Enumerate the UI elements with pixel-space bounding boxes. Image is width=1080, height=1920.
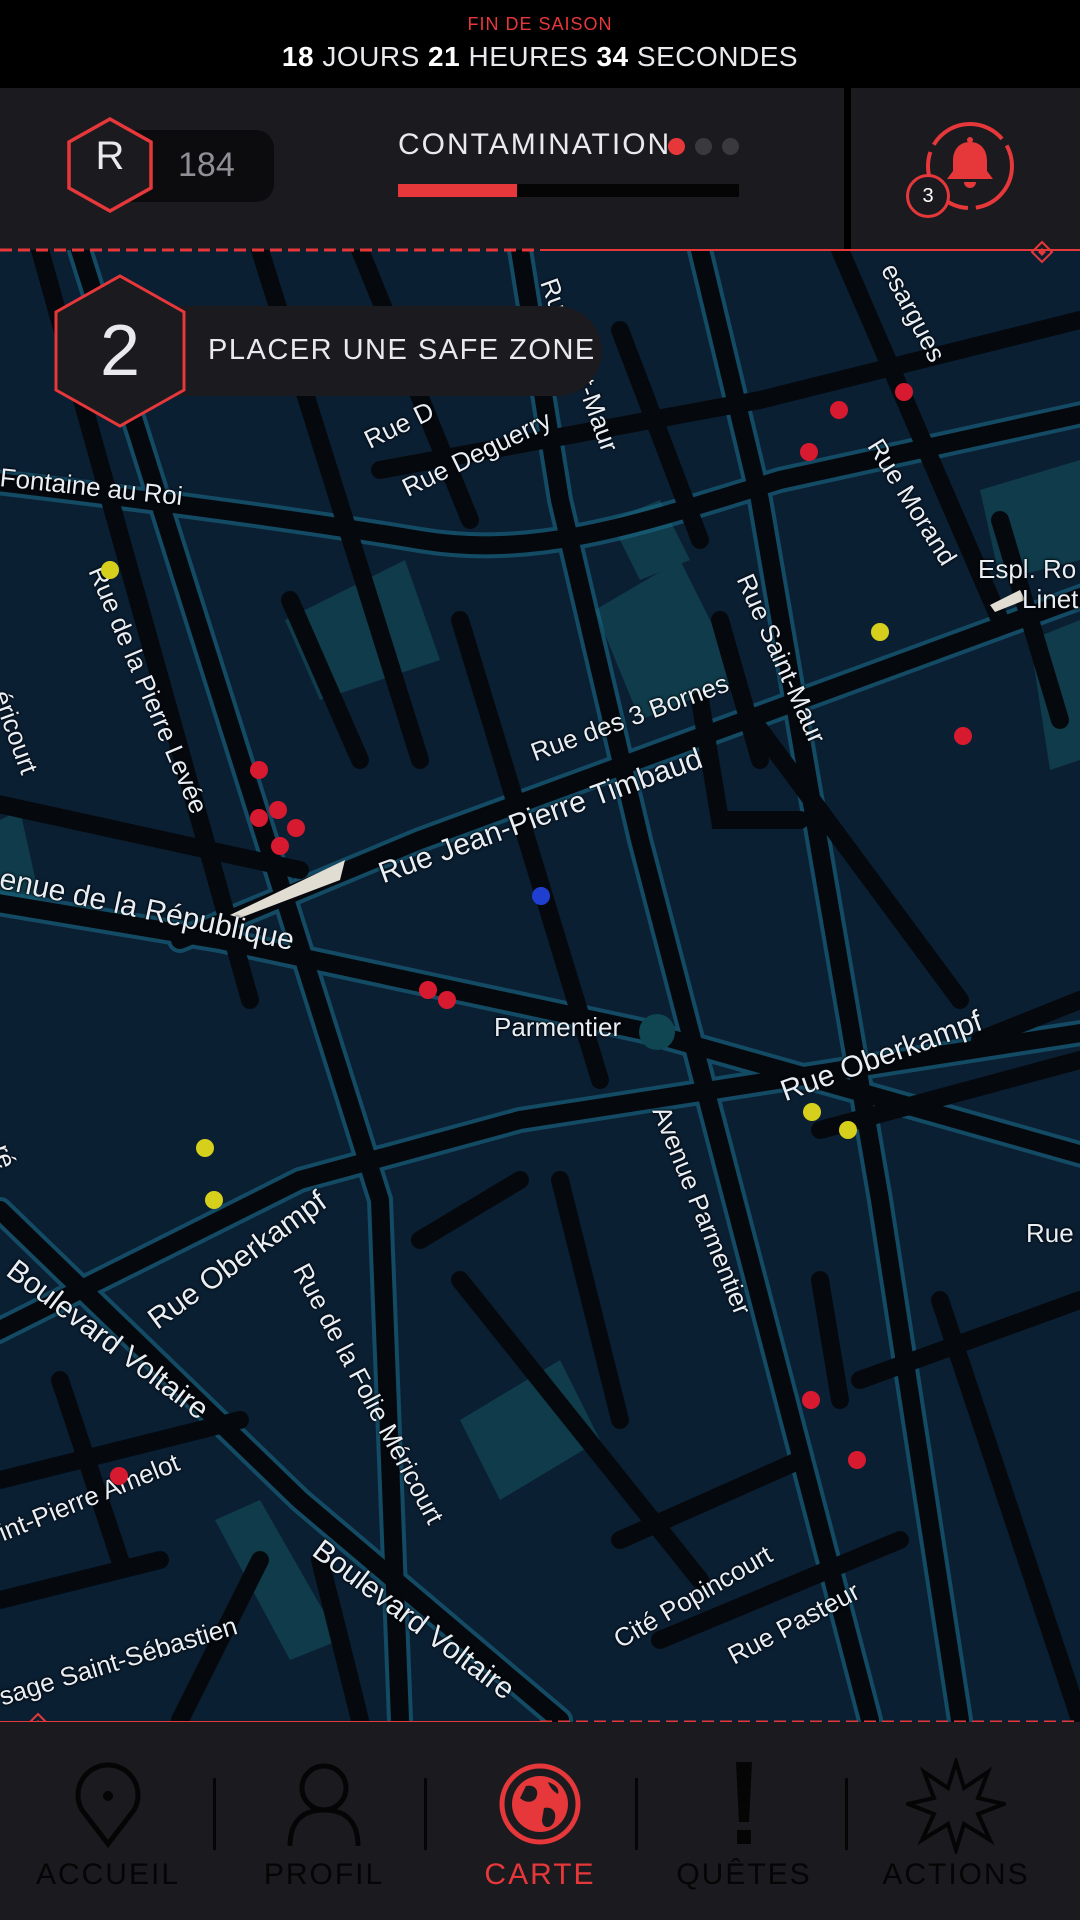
nav-item-actions[interactable]: ACTIONS (848, 1722, 1064, 1920)
rank-points: 184 (178, 146, 235, 184)
nav-item-profil[interactable]: PROFIL (216, 1722, 432, 1920)
yellow-player-marker[interactable] (205, 1191, 223, 1209)
map-top-border (0, 248, 1080, 252)
red-player-marker[interactable] (800, 443, 818, 461)
red-player-marker[interactable] (802, 1391, 820, 1409)
red-player-marker[interactable] (954, 727, 972, 745)
metro-parmentier-marker (639, 1014, 675, 1050)
notification-count-badge: 3 (906, 174, 950, 218)
exclamation-icon (736, 1762, 752, 1844)
street-label: Linet (1022, 584, 1079, 614)
nav-label-carte: CARTE (484, 1858, 596, 1891)
user-icon (287, 1763, 361, 1847)
street-label: Rue (1026, 1218, 1074, 1248)
red-player-marker[interactable] (438, 991, 456, 1009)
red-player-marker[interactable] (848, 1451, 866, 1469)
nav-label-quetes: QUÊTES (676, 1858, 812, 1891)
countdown-hours: 21 (428, 41, 461, 72)
countdown-seconds: 34 (596, 41, 629, 72)
yellow-player-marker[interactable] (803, 1103, 821, 1121)
map-pin-icon (75, 1762, 141, 1849)
nav-label-actions: ACTIONS (882, 1858, 1030, 1891)
red-player-marker[interactable] (110, 1467, 128, 1485)
contamination-dot-2 (695, 138, 712, 155)
nav-item-carte[interactable]: CARTE (432, 1722, 648, 1920)
yellow-player-marker[interactable] (101, 561, 119, 579)
nav-item-accueil[interactable]: ACCUEIL (0, 1722, 216, 1920)
red-player-marker[interactable] (271, 837, 289, 855)
red-player-marker[interactable] (419, 981, 437, 999)
contamination-progress-fill (398, 184, 518, 197)
season-countdown: 18 JOURS 21 HEURES 34 SECONDES (0, 41, 1080, 73)
street-label: Parmentier (494, 1012, 622, 1042)
nav-item-quetes[interactable]: QUÊTES (636, 1722, 852, 1920)
nav-separator (424, 1778, 427, 1850)
yellow-player-marker[interactable] (839, 1121, 857, 1139)
bell-icon (947, 137, 993, 188)
red-player-marker[interactable] (269, 801, 287, 819)
countdown-hours-unit: HEURES (468, 41, 589, 72)
nav-label-accueil: ACCUEIL (35, 1858, 181, 1891)
rank-letter: R (95, 134, 125, 178)
season-label: FIN DE SAISON (467, 14, 613, 34)
street-label: Espl. Ro (978, 554, 1077, 584)
red-player-marker[interactable] (250, 761, 268, 779)
season-timer-bar: FIN DE SAISON 18 JOURS 21 HEURES 34 SECO… (0, 0, 1080, 88)
quest-number: 2 (99, 311, 141, 391)
countdown-days: 18 (281, 41, 315, 72)
contamination-dot-1 (668, 138, 685, 155)
countdown-seconds-unit: SECONDES (636, 41, 799, 72)
map-streets-layer (0, 250, 1080, 1722)
self-position-marker[interactable] (532, 887, 550, 905)
nav-label-profil: PROFIL (263, 1858, 385, 1891)
yellow-player-marker[interactable] (871, 623, 889, 641)
red-player-marker[interactable] (250, 809, 268, 827)
city-map[interactable]: Rue Saint-Maur esargues Rue Morand Rue D… (0, 250, 1080, 1722)
header-divider (844, 88, 851, 250)
red-player-marker[interactable] (830, 401, 848, 419)
map-corner-diamond-icon (1030, 240, 1054, 264)
globe-icon (499, 1763, 581, 1845)
explosion-icon (906, 1758, 1006, 1854)
red-player-marker[interactable] (895, 383, 913, 401)
yellow-player-marker[interactable] (196, 1139, 214, 1157)
contamination-dot-3 (722, 138, 739, 155)
contamination-label: CONTAMINATION (398, 128, 672, 161)
contamination-level-dots (668, 138, 749, 160)
countdown-days-unit: JOURS (322, 41, 420, 72)
red-player-marker[interactable] (287, 819, 305, 837)
quest-label: PLACER UNE SAFE ZONE (208, 334, 596, 366)
